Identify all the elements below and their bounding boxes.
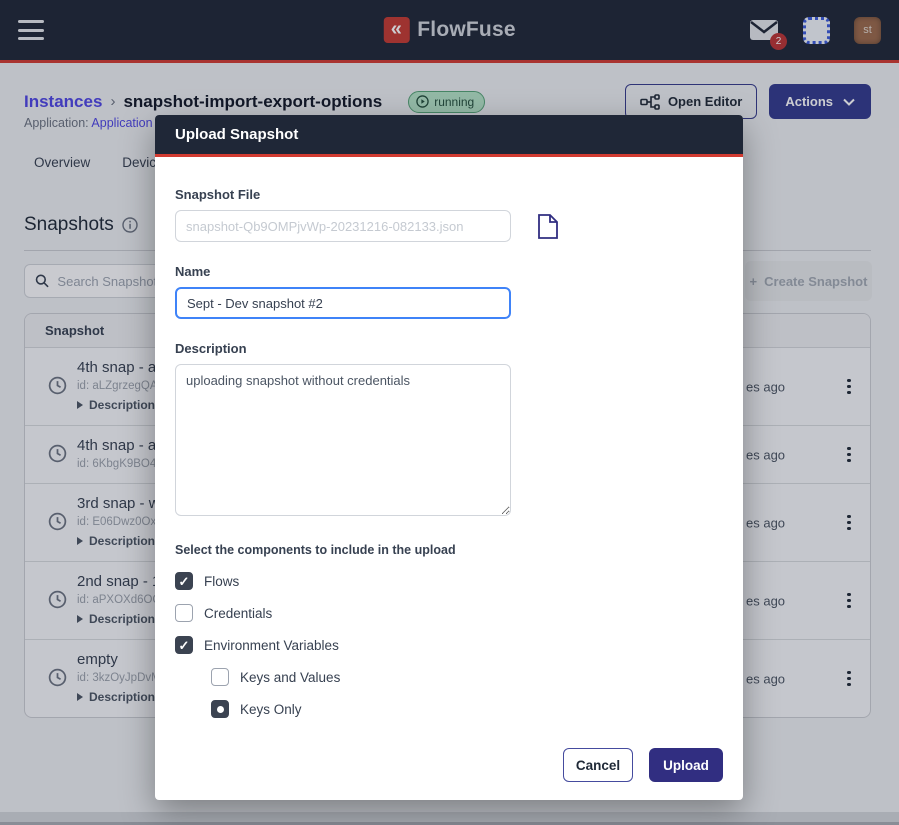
option-environment-variables[interactable]: ✓ Environment Variables <box>175 629 723 661</box>
option-keys-only[interactable]: Keys Only <box>211 693 723 725</box>
option-flows[interactable]: ✓ Flows <box>175 565 723 597</box>
credentials-label: Credentials <box>204 606 272 621</box>
flows-checkbox[interactable]: ✓ <box>175 572 193 590</box>
option-keys-and-values[interactable]: Keys and Values <box>211 661 723 693</box>
name-input[interactable] <box>175 287 511 319</box>
app-root: « FlowFuse 2 st Instances › snapshot-imp… <box>0 0 899 825</box>
name-label: Name <box>175 264 723 279</box>
keys-only-label: Keys Only <box>240 702 302 717</box>
snapshot-file-label: Snapshot File <box>175 187 723 202</box>
keys-and-values-radio[interactable] <box>211 668 229 686</box>
environment-variables-label: Environment Variables <box>204 638 339 653</box>
credentials-checkbox[interactable] <box>175 604 193 622</box>
environment-variables-checkbox[interactable]: ✓ <box>175 636 193 654</box>
description-label: Description <box>175 341 723 356</box>
component-options: ✓ Flows Credentials ✓ Environment Variab… <box>175 565 723 725</box>
description-textarea[interactable]: uploading snapshot without credentials <box>175 364 511 516</box>
cancel-button[interactable]: Cancel <box>563 748 633 782</box>
upload-snapshot-dialog: Upload Snapshot Snapshot File Name Descr… <box>155 115 743 800</box>
option-credentials[interactable]: Credentials <box>175 597 723 629</box>
keys-and-values-label: Keys and Values <box>240 670 340 685</box>
choose-file-button[interactable] <box>537 213 559 240</box>
radio-dot <box>217 706 224 713</box>
file-icon <box>537 213 559 240</box>
keys-only-radio[interactable] <box>211 700 229 718</box>
dialog-footer: Cancel Upload <box>563 748 723 782</box>
upload-button[interactable]: Upload <box>649 748 723 782</box>
components-heading: Select the components to include in the … <box>175 543 723 557</box>
dialog-body: Snapshot File Name Description uploading… <box>155 157 743 800</box>
dialog-title: Upload Snapshot <box>175 126 298 143</box>
flows-label: Flows <box>204 574 239 589</box>
dialog-header: Upload Snapshot <box>155 115 743 157</box>
snapshot-file-input[interactable] <box>175 210 511 242</box>
